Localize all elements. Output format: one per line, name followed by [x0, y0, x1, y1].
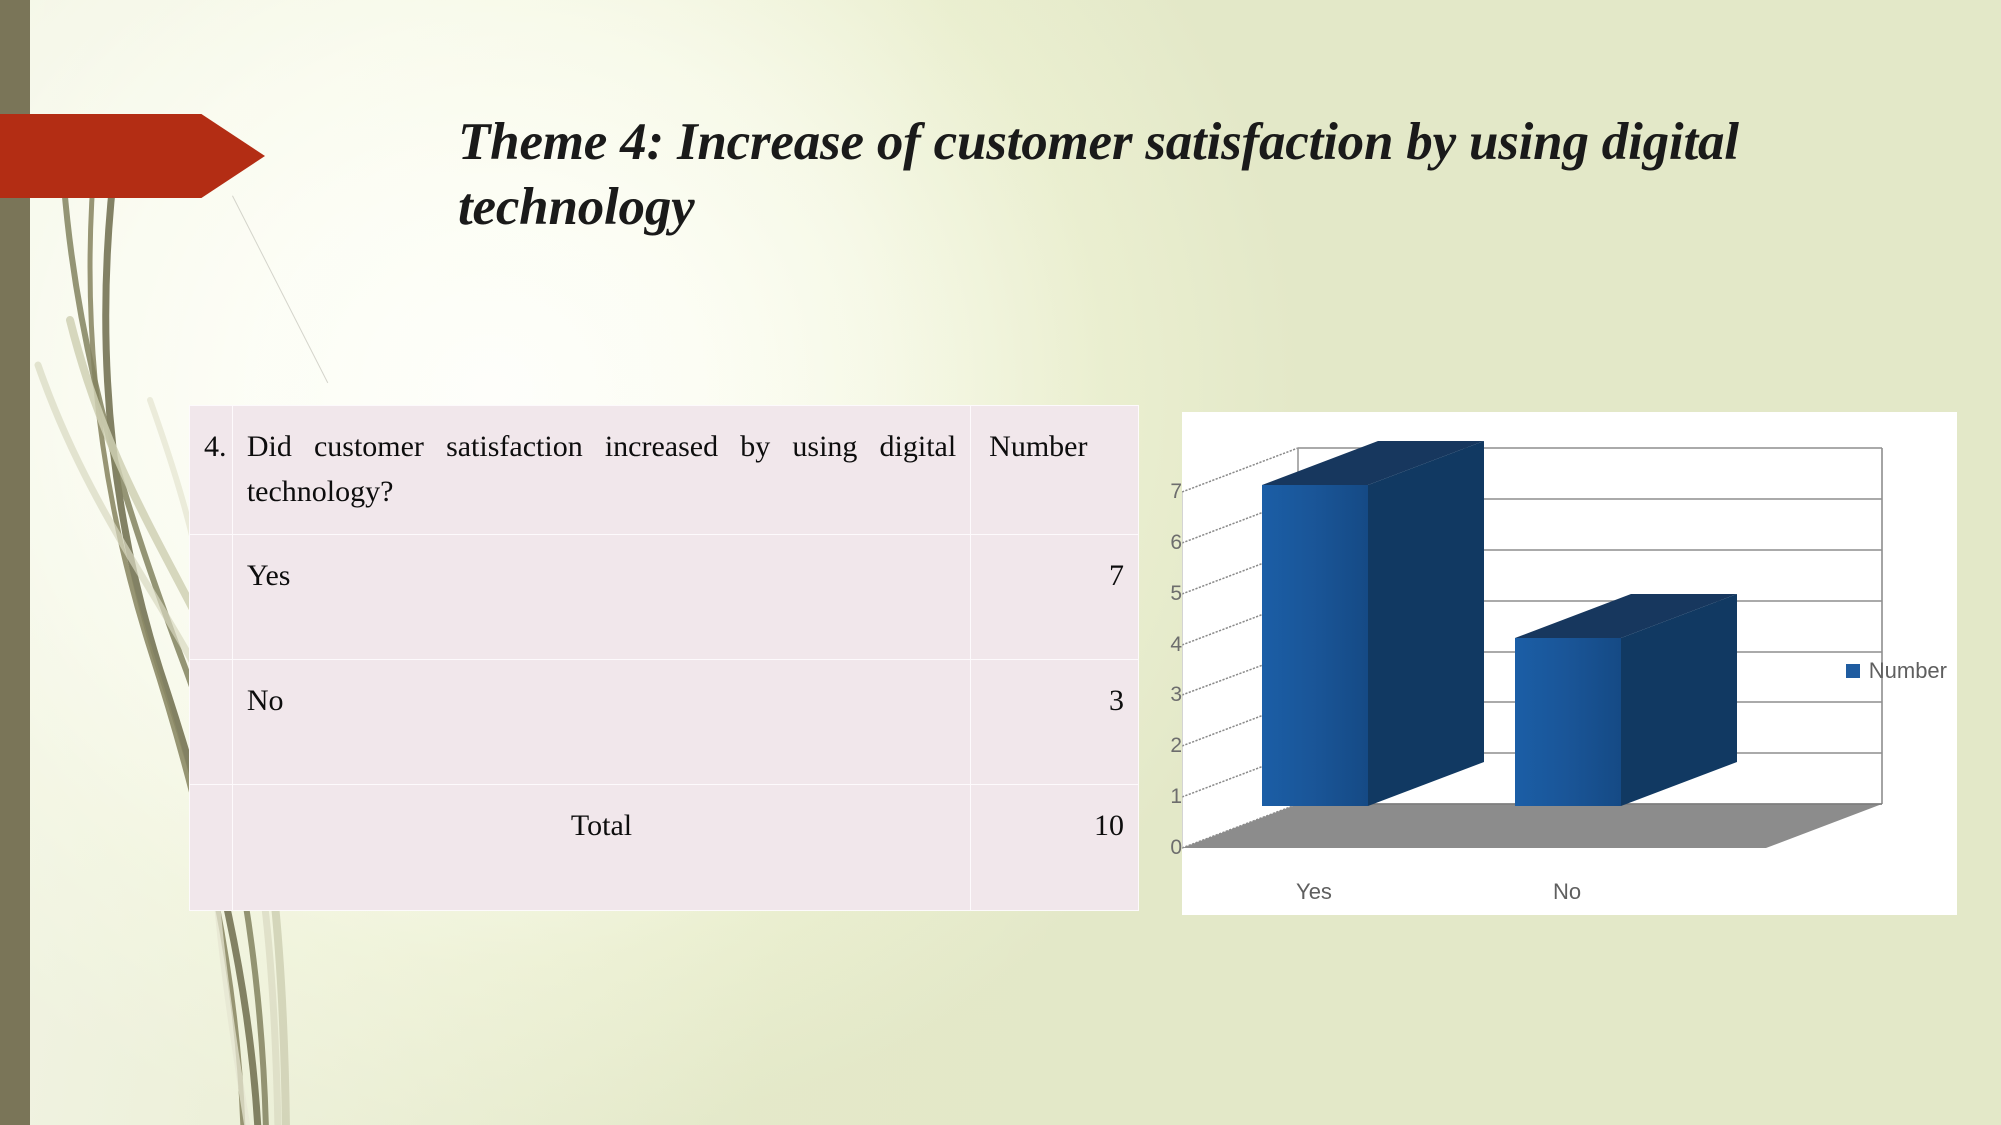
question-word: using — [792, 430, 858, 463]
row-value-total: 10 — [970, 784, 1139, 911]
question-word: digital — [879, 430, 957, 463]
legend-label-number: Number — [1868, 658, 1947, 683]
chart-3d-graphic — [1181, 441, 1883, 849]
question-word: Did — [246, 430, 292, 463]
question-word: satisfaction — [446, 430, 583, 463]
question-lastline: technology? — [246, 475, 394, 508]
legend-swatch-number-icon — [1845, 664, 1860, 678]
chart-legend: Number — [1845, 658, 1947, 684]
y-axis-tick-5: 5 — [1170, 582, 1182, 605]
row-number-cell — [189, 658, 233, 786]
question-word: customer — [313, 430, 424, 463]
red-arrow-banner — [0, 114, 265, 198]
pointer-connector-line — [232, 195, 329, 384]
row-value-yes: 7 — [970, 533, 1139, 660]
x-axis-label-yes: Yes — [1296, 879, 1332, 904]
question-table: 4. Did customer satisfaction increased b… — [189, 405, 1139, 911]
y-axis-tick-4: 4 — [1170, 633, 1182, 656]
table-row: No 3 — [189, 658, 1139, 786]
question-text-cell: Did customer satisfaction increased by u… — [231, 405, 972, 535]
chart-panel: 7 6 5 4 3 2 1 0 Yes No Number — [1170, 412, 1957, 915]
y-axis-tick-1: 1 — [1170, 785, 1182, 808]
row-label-yes: Yes — [231, 533, 972, 660]
chart-plot-area: 7 6 5 4 3 2 1 0 Yes No Number — [1170, 412, 1957, 915]
table-row: Yes 7 — [189, 533, 1139, 660]
y-axis-tick-2: 2 — [1170, 734, 1182, 757]
y-axis-tick-7: 7 — [1170, 480, 1182, 503]
question-number-cell: 4. — [189, 405, 233, 535]
x-axis-label-no: No — [1552, 879, 1582, 904]
table-row-total: Total 10 — [189, 784, 1139, 911]
row-number-cell — [189, 784, 233, 911]
row-number-cell — [189, 533, 233, 660]
y-axis-tick-3: 3 — [1170, 683, 1182, 706]
row-value-no: 3 — [970, 658, 1139, 786]
slide-canvas: Theme 4: Increase of customer satisfacti… — [0, 0, 2001, 1125]
question-word: increased — [604, 430, 719, 463]
row-label-total: Total — [231, 784, 972, 911]
page-title: Theme 4: Increase of customer satisfacti… — [458, 113, 1739, 236]
y-axis-tick-6: 6 — [1170, 531, 1182, 554]
question-word: by — [740, 430, 771, 463]
y-axis-tick-0: 0 — [1170, 836, 1182, 859]
row-label-no: No — [231, 658, 972, 786]
table-row-header: 4. Did customer satisfaction increased b… — [189, 405, 1139, 535]
value-column-header: Number — [970, 405, 1139, 535]
